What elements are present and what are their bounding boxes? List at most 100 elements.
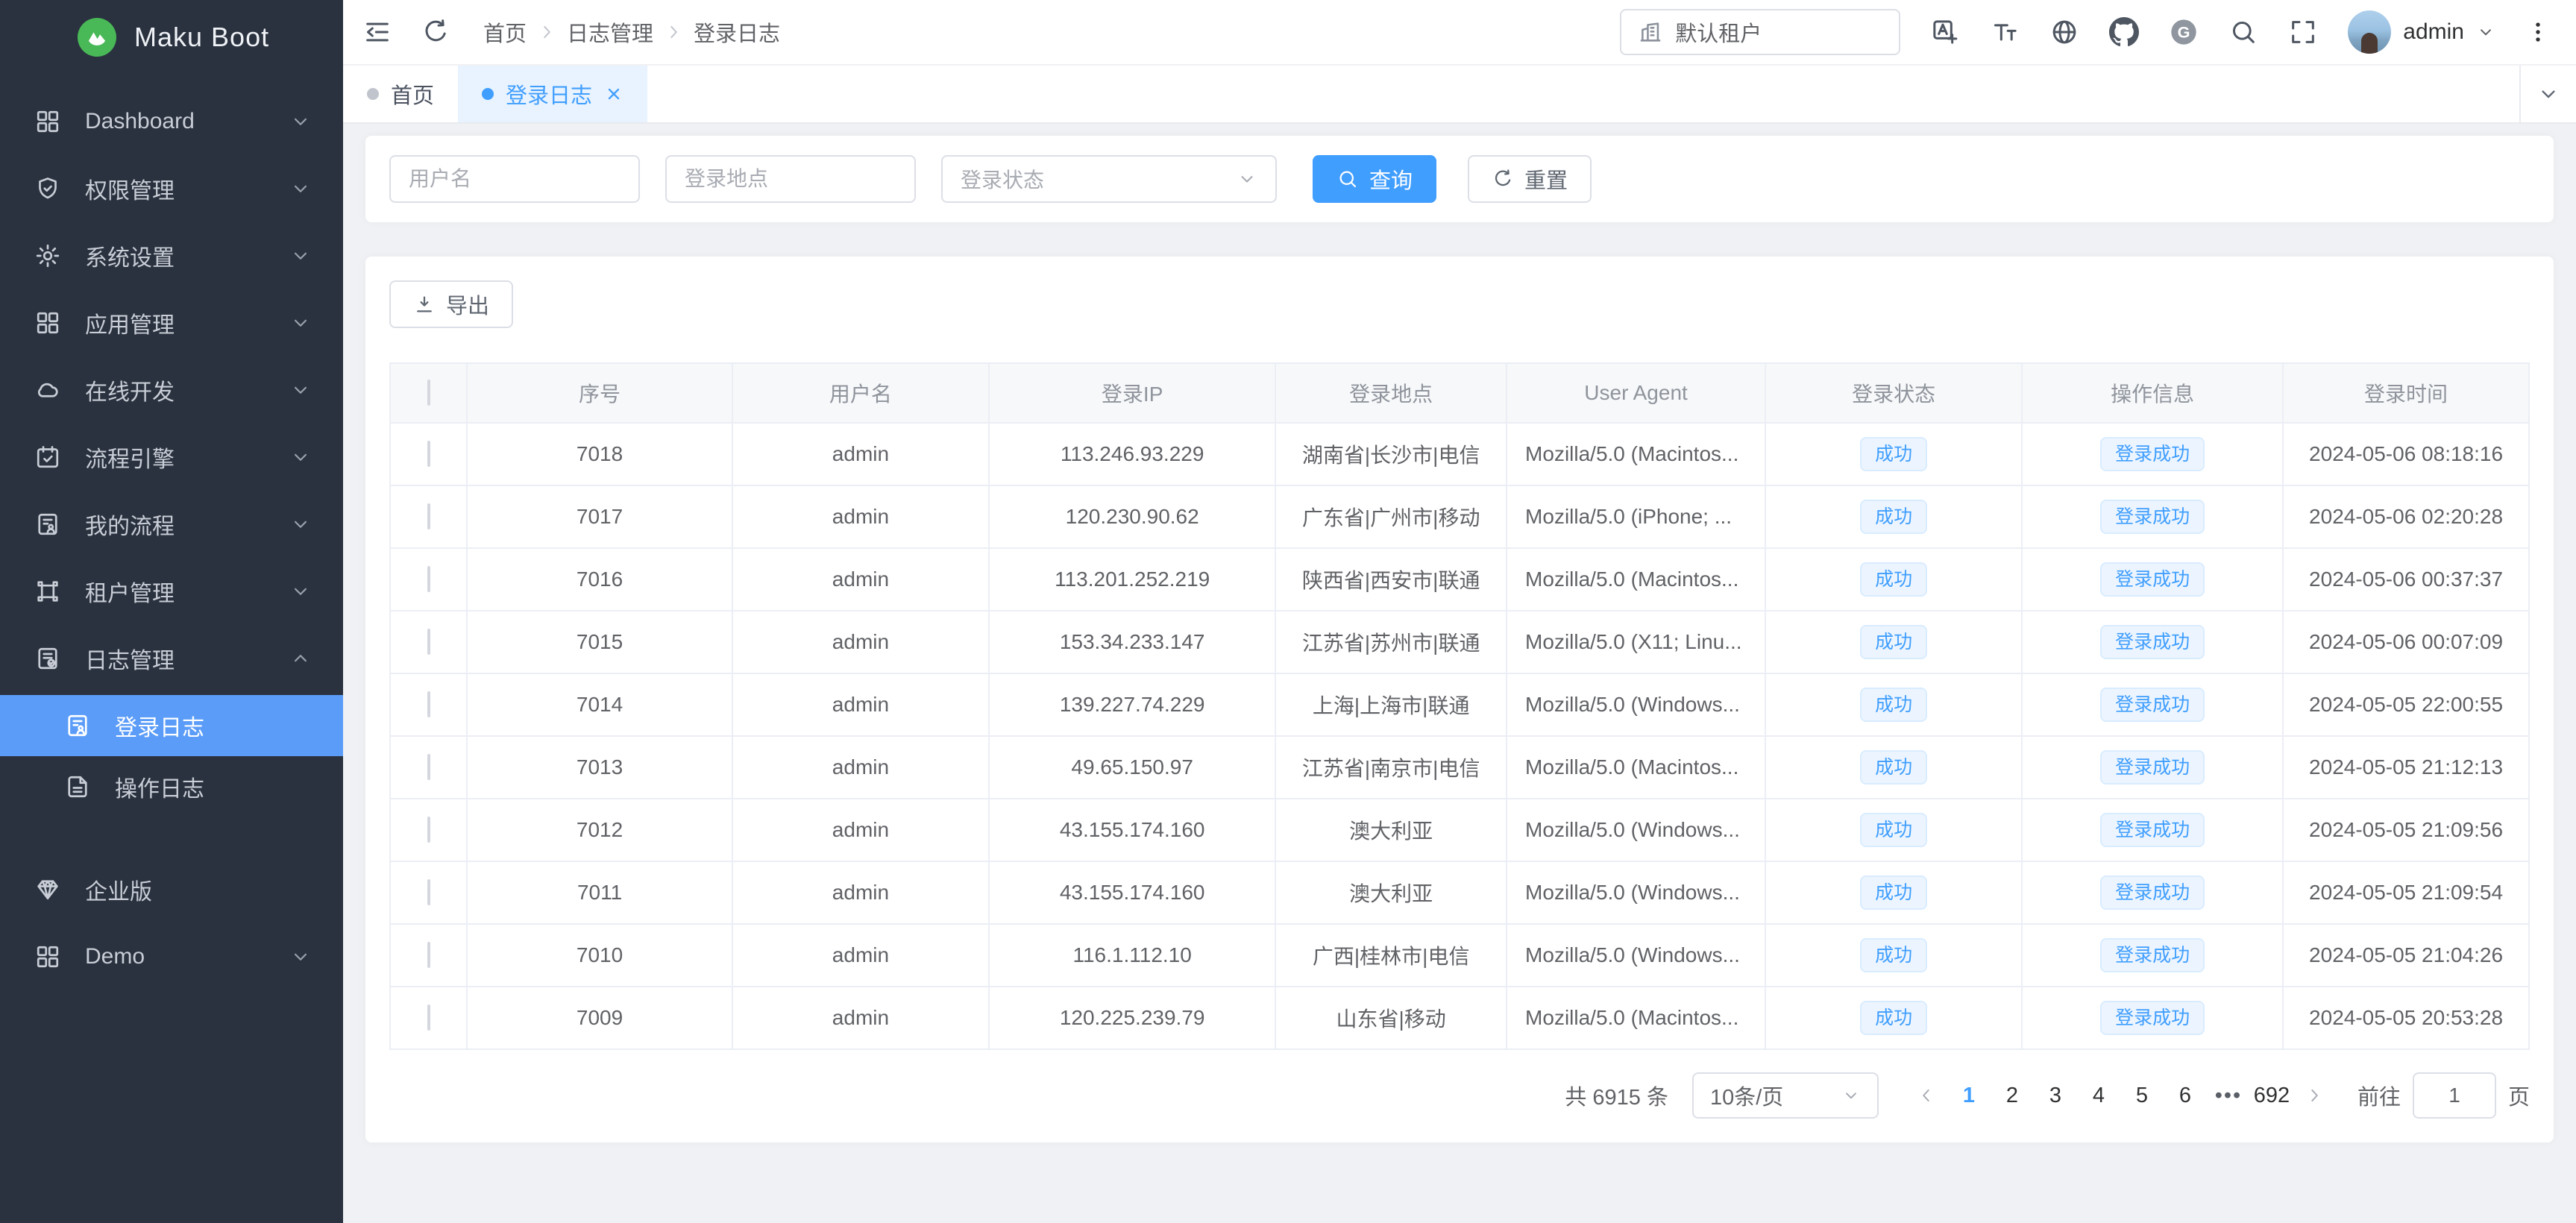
sidebar-item-demo[interactable]: Demo [0,926,343,987]
row-checkbox[interactable] [427,1005,430,1031]
cell-login-time: 2024-05-05 20:53:28 [2283,987,2529,1049]
collapse-sidebar-icon[interactable] [362,17,392,47]
previous-page-button[interactable] [1906,1075,1947,1116]
reset-button[interactable]: 重置 [1468,155,1592,203]
cell-login-ip: 120.225.239.79 [989,987,1275,1049]
font-size-icon[interactable] [1990,17,2020,47]
sidebar-item-tenant-management[interactable]: 租户管理 [0,561,343,622]
sidebar-item-label: 在线开发 [85,374,289,406]
close-icon[interactable] [604,84,623,104]
sidebar-item-system-settings[interactable]: 系统设置 [0,225,343,286]
cell-seq: 7018 [467,423,732,485]
cell-username: admin [732,611,989,673]
next-page-button[interactable] [2293,1075,2335,1116]
sidebar-item-app-management[interactable]: 应用管理 [0,292,343,353]
top-header: 首页 日志管理 登录日志 默认租户 G admin [343,0,2576,66]
avatar [2348,10,2391,54]
info-badge: 登录成功 [2100,500,2205,534]
tenant-select[interactable]: 默认租户 [1620,9,1900,55]
sidebar-item-enterprise-edition[interactable]: 企业版 [0,859,343,920]
pagination-goto: 前往 页 [2357,1072,2530,1119]
cell-login-location: 江苏省|苏州市|联通 [1275,611,1507,673]
info-badge: 登录成功 [2100,688,2205,722]
row-checkbox[interactable] [427,441,430,467]
info-badge: 登录成功 [2100,750,2205,785]
column-header: 用户名 [732,363,989,423]
page-number-5[interactable]: 5 [2120,1075,2164,1116]
language-globe-icon[interactable] [2049,17,2079,47]
row-checkbox[interactable] [427,629,430,655]
translate-icon[interactable] [1930,17,1960,47]
doc-lines-icon [64,773,91,800]
cell-username: admin [732,548,989,611]
export-button[interactable]: 导出 [389,280,513,328]
github-icon[interactable] [2109,17,2139,47]
sidebar-item-operation-log[interactable]: 操作日志 [0,756,343,817]
page-number-3[interactable]: 3 [2034,1075,2077,1116]
cell-seq: 7009 [467,987,732,1049]
pages-ellipsis[interactable]: ••• [2207,1084,2250,1108]
grid-icon [34,108,61,135]
cell-operation-info: 登录成功 [2022,423,2283,485]
cell-login-time: 2024-05-05 21:09:54 [2283,861,2529,924]
sidebar-item-login-log[interactable]: 登录日志 [0,695,343,756]
column-header: 登录状态 [1765,363,2022,423]
goto-label: 前往 [2357,1080,2401,1111]
page-number-6[interactable]: 6 [2164,1075,2207,1116]
sidebar-item-my-workflow[interactable]: 我的流程 [0,494,343,555]
row-checkbox[interactable] [427,817,430,843]
sidebar-item-workflow-engine[interactable]: 流程引擎 [0,427,343,488]
info-badge: 登录成功 [2100,562,2205,597]
sidebar-item-dashboard[interactable]: Dashboard [0,91,343,152]
username-input[interactable] [389,155,640,203]
page-number-2[interactable]: 2 [1991,1075,2034,1116]
chevron-down-icon [289,446,312,468]
row-checkbox[interactable] [427,942,430,968]
cell-login-location: 澳大利亚 [1275,861,1507,924]
grid-icon [34,943,61,970]
refresh-icon[interactable] [421,17,450,47]
info-badge: 登录成功 [2100,813,2205,847]
sidebar-item-online-dev[interactable]: 在线开发 [0,359,343,421]
search-button[interactable]: 查询 [1313,155,1436,203]
goto-page-input[interactable] [2413,1072,2496,1119]
row-checkbox[interactable] [427,754,430,780]
breadcrumb: 首页 日志管理 登录日志 [483,16,780,48]
cell-login-time: 2024-05-05 21:09:56 [2283,799,2529,861]
row-checkbox[interactable] [427,566,430,592]
breadcrumb-log-management[interactable]: 日志管理 [567,16,653,48]
page-number-692[interactable]: 692 [2250,1075,2293,1116]
cell-operation-info: 登录成功 [2022,736,2283,799]
select-all-checkbox[interactable] [427,380,430,406]
cell-login-status: 成功 [1765,736,2022,799]
kebab-menu-icon[interactable] [2525,19,2551,45]
user-menu[interactable]: admin [2348,10,2495,54]
sidebar-item-log-management[interactable]: 日志管理 [0,628,343,689]
chevron-down-icon [289,245,312,267]
login-status-select[interactable]: 登录状态 [941,155,1277,203]
login-location-input[interactable] [665,155,916,203]
sidebar-item-label: Demo [85,944,289,969]
cell-login-ip: 43.155.174.160 [989,799,1275,861]
cell-username: admin [732,987,989,1049]
page-size-select[interactable]: 10条/页 [1692,1072,1879,1119]
page-number-4[interactable]: 4 [2077,1075,2120,1116]
sidebar-item-permission-management[interactable]: 权限管理 [0,158,343,219]
cell-username: admin [732,924,989,987]
fullscreen-icon[interactable] [2288,17,2318,47]
cell-login-status: 成功 [1765,673,2022,736]
table-row: 7012admin43.155.174.160澳大利亚Mozilla/5.0 (… [390,799,2529,861]
tabs-dropdown-button[interactable] [2519,66,2576,122]
tab-login-log[interactable]: 登录日志 [458,66,647,122]
row-checkbox[interactable] [427,691,430,717]
search-icon[interactable] [2228,17,2258,47]
page-number-1[interactable]: 1 [1947,1075,1991,1116]
cell-login-status: 成功 [1765,799,2022,861]
breadcrumb-home[interactable]: 首页 [483,16,527,48]
row-checkbox[interactable] [427,879,430,905]
tab-home[interactable]: 首页 [343,66,458,122]
refresh-icon [1492,168,1514,190]
cell-login-location: 澳大利亚 [1275,799,1507,861]
row-checkbox[interactable] [427,503,430,529]
gitee-icon[interactable]: G [2169,17,2199,47]
